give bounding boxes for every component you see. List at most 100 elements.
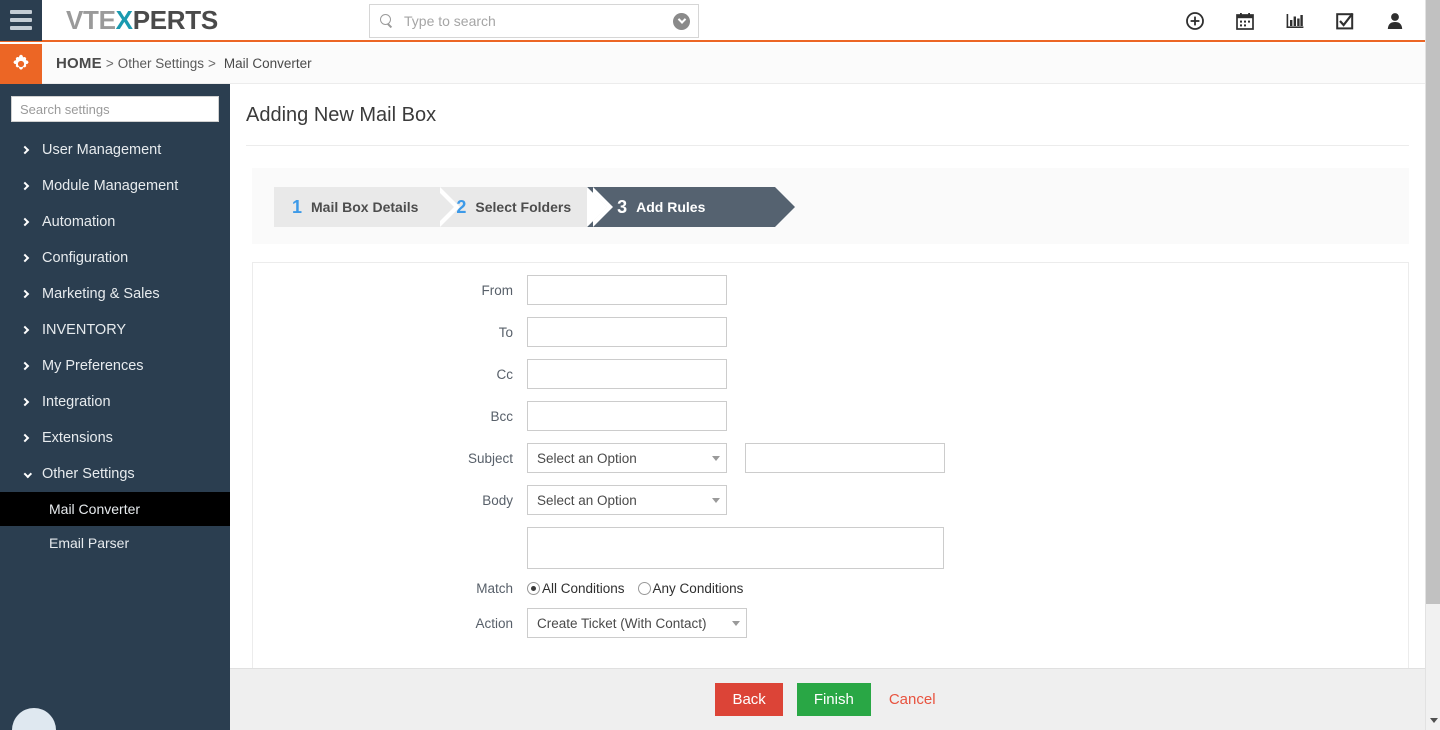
settings-search-input[interactable] [11,96,219,122]
sidebar-item-label: Configuration [42,250,129,266]
hamburger-line [10,10,32,14]
sidebar-subitem-mail-converter[interactable]: Mail Converter [0,492,230,526]
radio-dot-icon [637,582,651,595]
match-radio-group: All Conditions Any Conditions [527,581,743,596]
sidebar-item-other-settings[interactable]: Other Settings [0,456,230,492]
finish-button[interactable]: Finish [796,683,871,716]
brand-text-post: PERTS [132,4,218,35]
sidebar-item-inventory[interactable]: INVENTORY [0,312,230,348]
sidebar-item-marketing-and-sales[interactable]: Marketing & Sales [0,276,230,312]
sidebar-item-label: INVENTORY [42,322,127,338]
brand-text-x: X [115,4,133,35]
bcc-input[interactable] [527,401,727,431]
step-number: 1 [292,197,303,217]
rules-form-panel: From To Cc Bcc Subject Select an Option [252,262,1409,690]
breadcrumb-separator: > [105,56,114,71]
sidebar-item-label: My Preferences [42,358,144,374]
breadcrumb-home[interactable]: HOME [56,55,102,72]
settings-sidebar: User Management Module Management Automa… [0,84,230,730]
sidebar-item-integration[interactable]: Integration [0,384,230,420]
global-search[interactable] [369,4,699,38]
action-label: Action [475,615,513,631]
scrollbar-thumb[interactable] [1426,0,1440,604]
wizard-footer: Back Finish Cancel [230,668,1425,730]
match-label: Match [476,581,513,596]
cancel-button[interactable]: Cancel [885,683,940,716]
subject-condition-value: Select an Option [537,450,637,466]
sidebar-item-label: User Management [42,142,162,158]
chevron-right-icon [18,433,32,443]
form-row-match: Match All Conditions Any Conditions [253,581,1408,596]
breadcrumb: HOME > Other Settings > Mail Converter [56,55,312,72]
cc-input[interactable] [527,359,727,389]
hamburger-menu-icon[interactable] [0,0,42,41]
sidebar-item-label: Automation [42,214,116,230]
to-input[interactable] [527,317,727,347]
wizard-step-mail-box-details[interactable]: 1 Mail Box Details [274,187,461,227]
breadcrumb-current: Mail Converter [223,56,312,71]
form-row-bcc: Bcc [253,401,1408,431]
form-row-body-text [253,527,1408,569]
sidebar-item-label: Extensions [42,430,113,446]
sidebar-item-label: Integration [42,394,111,410]
sidebar-item-user-management[interactable]: User Management [0,132,230,168]
action-value: Create Ticket (With Contact) [537,615,707,631]
sidebar-item-extensions[interactable]: Extensions [0,420,230,456]
wizard-container: 1 Mail Box Details 2 Select Folders 3 Ad… [252,168,1409,244]
chevron-down-icon [712,497,720,503]
body-condition-select[interactable]: Select an Option [527,485,727,515]
hamburger-line [10,18,32,22]
sidebar-subitem-email-parser[interactable]: Email Parser [0,526,230,560]
breadcrumb-parent[interactable]: Other Settings [118,56,204,71]
chevron-right-icon [18,325,32,335]
page-scrollbar[interactable] [1425,0,1440,730]
form-row-body: Body Select an Option [253,485,1408,515]
match-any-conditions-radio[interactable]: Any Conditions [637,581,744,596]
form-row-to: To [253,317,1408,347]
task-checkbox-icon[interactable] [1335,11,1355,31]
chevron-right-icon [18,289,32,299]
sidebar-item-label: Other Settings [42,466,135,482]
gear-icon[interactable] [0,43,42,84]
sidebar-item-label: Module Management [42,178,179,194]
brand-logo[interactable]: VTEXPERTS [66,5,218,36]
subject-value-input[interactable] [745,443,945,473]
add-record-icon[interactable] [1185,11,1205,31]
chevron-right-icon [18,361,32,371]
step-number: 3 [617,197,628,217]
chevron-down-circle-icon[interactable] [673,12,690,30]
top-bar: VTEXPERTS [0,0,1425,42]
chevron-down-icon [18,469,33,479]
body-value-textarea[interactable] [527,527,944,569]
top-icon-group [1185,0,1405,42]
back-button[interactable]: Back [715,683,783,716]
search-icon [380,14,394,28]
action-select[interactable]: Create Ticket (With Contact) [527,608,747,638]
to-label: To [498,324,513,340]
subject-condition-select[interactable]: Select an Option [527,443,727,473]
sidebar-subitem-label: Mail Converter [49,501,141,517]
match-all-conditions-radio[interactable]: All Conditions [527,581,625,596]
wizard-steps: 1 Mail Box Details 2 Select Folders 3 Ad… [274,187,796,227]
match-any-label: Any Conditions [652,581,744,596]
sidebar-item-module-management[interactable]: Module Management [0,168,230,204]
from-label: From [481,282,514,298]
step-label: Add Rules [636,199,706,215]
calendar-icon[interactable] [1235,11,1255,31]
scroll-down-arrow-icon[interactable] [1426,713,1440,728]
wizard-step-add-rules[interactable]: 3 Add Rules [587,187,796,227]
search-input[interactable] [402,12,673,30]
hamburger-line [10,26,32,30]
step-label: Select Folders [475,199,572,215]
from-input[interactable] [527,275,727,305]
sidebar-item-automation[interactable]: Automation [0,204,230,240]
body-label: Body [482,492,513,508]
user-profile-icon[interactable] [1385,11,1405,31]
help-bubble-icon[interactable] [12,708,56,730]
sidebar-item-configuration[interactable]: Configuration [0,240,230,276]
analytics-chart-icon[interactable] [1285,11,1305,31]
bcc-label: Bcc [490,408,513,424]
radio-dot-icon [527,582,540,595]
sidebar-item-my-preferences[interactable]: My Preferences [0,348,230,384]
application-window: VTEXPERTS Type to search HOME > Other Se… [0,0,1440,730]
